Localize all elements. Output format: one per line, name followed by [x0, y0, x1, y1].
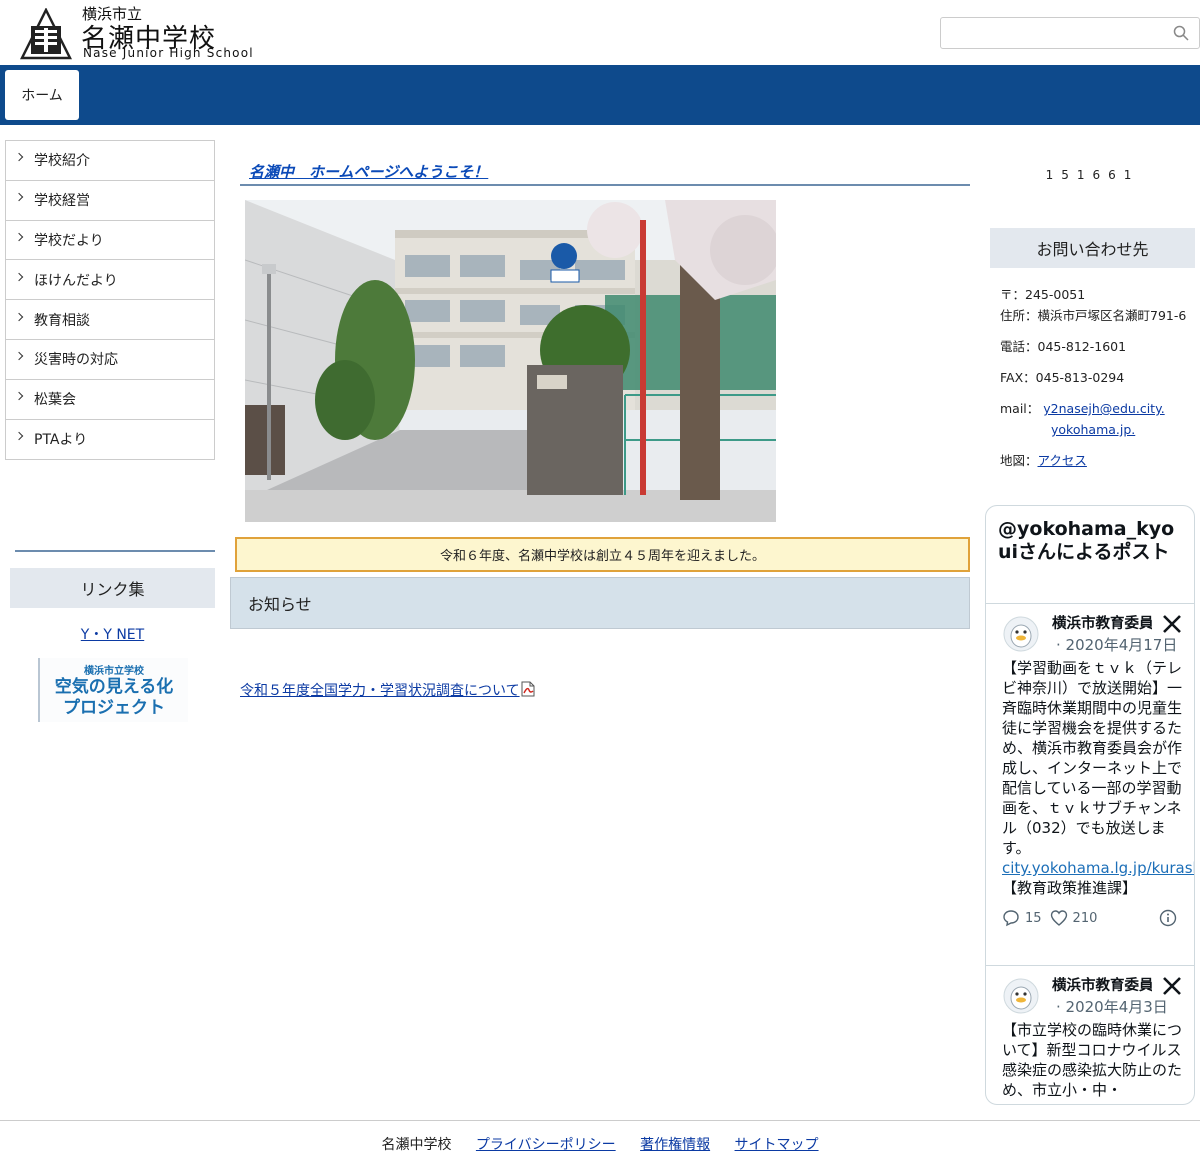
- contact-mail-label: mail：: [1000, 401, 1040, 416]
- air-banner-sub: 横浜市立学校: [84, 665, 144, 677]
- contact-map-link[interactable]: アクセス: [1038, 453, 1087, 468]
- link-ynet[interactable]: Y・Y NET: [81, 627, 144, 643]
- air-visualization-banner[interactable]: 横浜市立学校 空気の見える化 プロジェクト: [38, 658, 188, 722]
- tweet[interactable]: 横浜市教育委員会 · 2020年4月3日 【市立学校の臨時休業について】新型コロ…: [986, 966, 1194, 1100]
- twitter-header: @yokohama_kyouiさんによるポスト: [986, 506, 1194, 604]
- chevron-right-icon: [14, 272, 24, 282]
- contact-mail-link[interactable]: y2nasejh@edu.city.: [1043, 401, 1164, 416]
- air-banner-line1: 空気の見える化: [54, 676, 174, 697]
- contact-map-label: 地図：: [1000, 453, 1038, 468]
- news-item-link[interactable]: 令和５年度全国学力・学習状況調査について: [240, 683, 520, 699]
- contact-mail: mail： y2nasejh@edu.city.: [1000, 398, 1190, 419]
- contact-tel: 電話：045-812-1601: [1000, 339, 1127, 354]
- search-input[interactable]: [941, 18, 1166, 48]
- chevron-right-icon: [14, 432, 24, 441]
- logo-school-name-en: Nase Junior High School: [83, 46, 254, 60]
- sidebar-item-school-intro[interactable]: 学校紹介: [6, 141, 214, 181]
- sidebar-item-matsubakai[interactable]: 松葉会: [6, 380, 214, 420]
- contact-map: 地図：アクセス: [1000, 450, 1190, 471]
- tweet-date[interactable]: · 2020年4月17日: [1056, 634, 1177, 655]
- link-ynet-wrap: Y・Y NET: [10, 624, 215, 644]
- contact-info: 〒：245-0051 住所：横浜市戸塚区名瀬町791-6 電話：045-812-…: [1000, 284, 1190, 471]
- sidebar-item-school-newsletter[interactable]: 学校だより: [6, 221, 214, 261]
- x-logo-icon[interactable]: [1162, 614, 1182, 634]
- welcome-heading: 名瀬中 ホームページへようこそ！: [240, 160, 970, 186]
- footer-privacy-link[interactable]: プライバシーポリシー: [476, 1137, 616, 1153]
- chevron-right-icon: [14, 391, 24, 401]
- contact-address: 住所：横浜市戸塚区名瀬町791-6: [1000, 308, 1187, 323]
- site-header: 横浜市立 名瀬中学校 Nase Junior High School: [0, 0, 1200, 65]
- air-banner-line2: プロジェクト: [63, 697, 165, 718]
- sidebar-item-label: 学校経営: [34, 193, 90, 210]
- contact-heading: お問い合わせ先: [990, 228, 1195, 268]
- search-icon[interactable]: [1173, 25, 1189, 41]
- sidebar-item-label: 学校紹介: [34, 153, 90, 170]
- welcome-link[interactable]: 名瀬中 ホームページへようこそ！: [249, 161, 488, 182]
- tweet-author[interactable]: 横浜市教育委員会: [1052, 974, 1152, 995]
- chevron-right-icon: [14, 312, 24, 321]
- sidebar-item-counseling[interactable]: 教育相談: [6, 300, 214, 340]
- news-item: 令和５年度全国学力・学習状況調査について: [240, 680, 535, 700]
- contact-fax: FAX：045-813-0294: [1000, 370, 1125, 385]
- site-footer: 名瀬中学校 プライバシーポリシー 著作権情報 サイトマップ: [0, 1134, 1200, 1154]
- footer-divider: [0, 1120, 1200, 1121]
- pdf-icon: [521, 681, 535, 697]
- sidebar-item-label: 学校だより: [34, 232, 104, 249]
- chevron-right-icon: [14, 232, 24, 242]
- tweet-text-body: 【学習動画をｔｖｋ（テレビ神奈川）で放送開始】一斉臨時休業期間中の児童生徒に学習…: [1002, 659, 1183, 857]
- info-icon[interactable]: [1159, 909, 1177, 927]
- x-logo-icon[interactable]: [1162, 976, 1182, 996]
- like-count: 210: [1072, 910, 1098, 926]
- tweet-text: 【学習動画をｔｖｋ（テレビ神奈川）で放送開始】一斉臨時休業期間中の児童生徒に学習…: [1002, 614, 1194, 898]
- search-box: [940, 17, 1200, 49]
- contact-mail-cont: yokohama.jp.: [1000, 419, 1190, 440]
- school-emblem-icon[interactable]: [20, 8, 72, 60]
- heart-icon[interactable]: [1050, 909, 1068, 927]
- tweet-author[interactable]: 横浜市教育委員会: [1052, 612, 1152, 633]
- twitter-header-title[interactable]: @yokohama_kyouiさんによるポスト: [998, 518, 1182, 564]
- contact-mail-link-2[interactable]: yokohama.jp.: [1051, 422, 1135, 437]
- footer-school-name: 名瀬中学校: [381, 1137, 452, 1153]
- sidebar-item-disaster[interactable]: 災害時の対応: [6, 340, 214, 380]
- footer-sitemap-link[interactable]: サイトマップ: [735, 1137, 819, 1153]
- twitter-embed[interactable]: @yokohama_kyouiさんによるポスト 横浜市教育委員会 · 2020年…: [985, 505, 1195, 1105]
- chevron-right-icon: [14, 153, 24, 162]
- sidebar-item-label: 松葉会: [34, 392, 76, 409]
- sidebar-menu: 学校紹介 学校経営 学校だより ほけんだより 教育相談 災害時の対応 松葉会 P…: [5, 140, 215, 461]
- tweet-link[interactable]: city.yokohama.lg.jp/kurashi/kosoda…: [1002, 859, 1194, 877]
- nav-home-button[interactable]: ホーム: [5, 70, 79, 120]
- tweet[interactable]: 横浜市教育委員会 · 2020年4月17日 【学習動画をｔｖｋ（テレビ神奈川）で…: [986, 604, 1194, 966]
- contact-postal: 〒：245-0051: [1000, 287, 1086, 302]
- links-heading: リンク集: [10, 568, 215, 608]
- tweet-date[interactable]: · 2020年4月3日: [1056, 996, 1168, 1017]
- divider: [15, 550, 215, 552]
- sidebar-item-label: PTAより: [34, 432, 88, 449]
- footer-copyright-link[interactable]: 著作権情報: [640, 1137, 710, 1153]
- anniversary-banner: 令和６年度、名瀬中学校は創立４５周年を迎えました。: [235, 537, 970, 572]
- global-nav: ホーム: [0, 65, 1200, 125]
- school-building-photo: [245, 200, 776, 522]
- sidebar-item-label: 教育相談: [34, 312, 90, 329]
- tweet-actions: 15 210: [1002, 898, 1182, 938]
- access-counter: 151661: [1045, 168, 1140, 182]
- reply-count: 15: [1025, 910, 1042, 926]
- sidebar-item-label: 災害時の対応: [34, 352, 118, 369]
- sidebar-item-pta[interactable]: PTAより: [6, 420, 214, 460]
- reply-icon[interactable]: [1002, 909, 1020, 927]
- sidebar-item-label: ほけんだより: [34, 272, 118, 289]
- avatar[interactable]: [1003, 616, 1039, 652]
- chevron-right-icon: [14, 192, 24, 202]
- chevron-right-icon: [14, 352, 24, 361]
- tweet-text-tail: 【教育政策推進課】: [1002, 879, 1138, 897]
- avatar[interactable]: [1003, 978, 1039, 1014]
- sidebar-item-school-management[interactable]: 学校経営: [6, 181, 214, 221]
- sidebar-item-health-newsletter[interactable]: ほけんだより: [6, 260, 214, 301]
- news-heading: お知らせ: [230, 577, 970, 629]
